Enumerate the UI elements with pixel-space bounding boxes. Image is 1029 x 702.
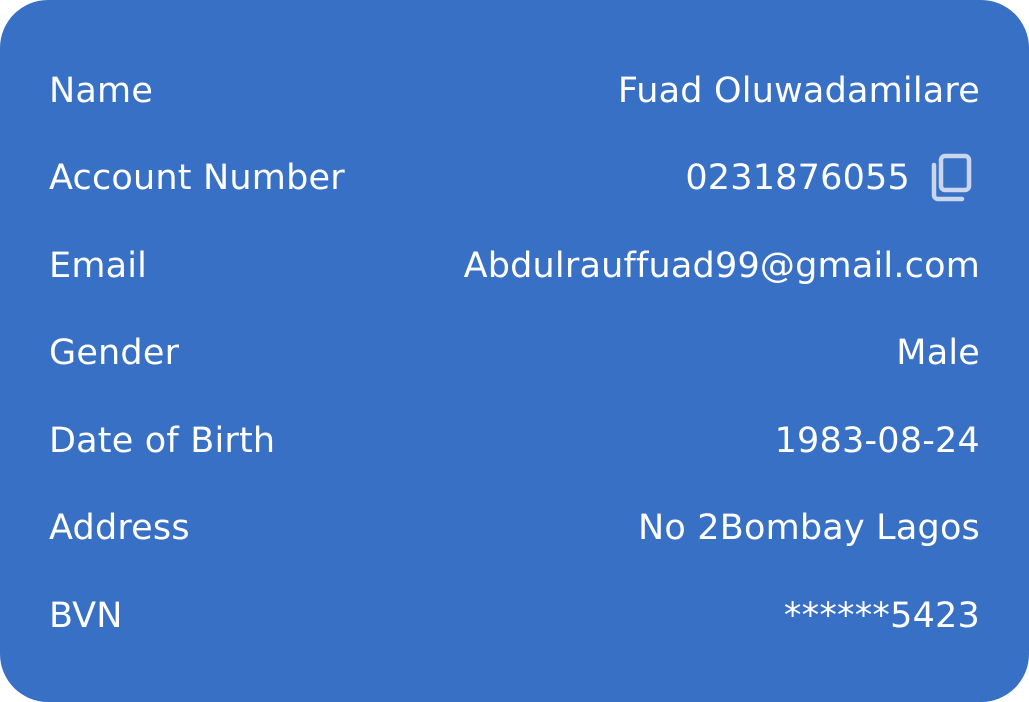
name-label: Name (49, 70, 154, 111)
date-of-birth-value: 1983-08-24 (774, 420, 980, 461)
detail-row-name: Name Fuad Oluwadamilare (49, 47, 980, 135)
detail-row-account-number: Account Number 0231876055 (49, 135, 980, 223)
name-value: Fuad Oluwadamilare (617, 70, 980, 111)
account-details-card: Name Fuad Oluwadamilare Account Number 0… (0, 0, 1029, 702)
account-number-value: 0231876055 (685, 158, 910, 199)
detail-row-date-of-birth: Date of Birth 1983-08-24 (49, 397, 980, 485)
gender-value: Male (896, 333, 980, 374)
account-number-label: Account Number (49, 158, 345, 199)
address-value: No 2Bombay Lagos (637, 508, 980, 549)
bvn-label: BVN (49, 595, 123, 636)
account-number-value-group: 0231876055 (685, 153, 980, 203)
bvn-value: ******5423 (783, 595, 980, 636)
gender-label: Gender (49, 333, 180, 374)
detail-row-address: Address No 2Bombay Lagos (49, 485, 980, 573)
address-label: Address (49, 508, 190, 549)
copy-icon[interactable] (930, 153, 974, 203)
detail-row-bvn: BVN ******5423 (49, 572, 980, 660)
email-value: Abdulrauffuad99@gmail.com (463, 245, 980, 286)
detail-row-gender: Gender Male (49, 310, 980, 398)
date-of-birth-label: Date of Birth (49, 420, 276, 461)
detail-row-email: Email Abdulrauffuad99@gmail.com (49, 222, 980, 310)
email-label: Email (49, 245, 148, 286)
